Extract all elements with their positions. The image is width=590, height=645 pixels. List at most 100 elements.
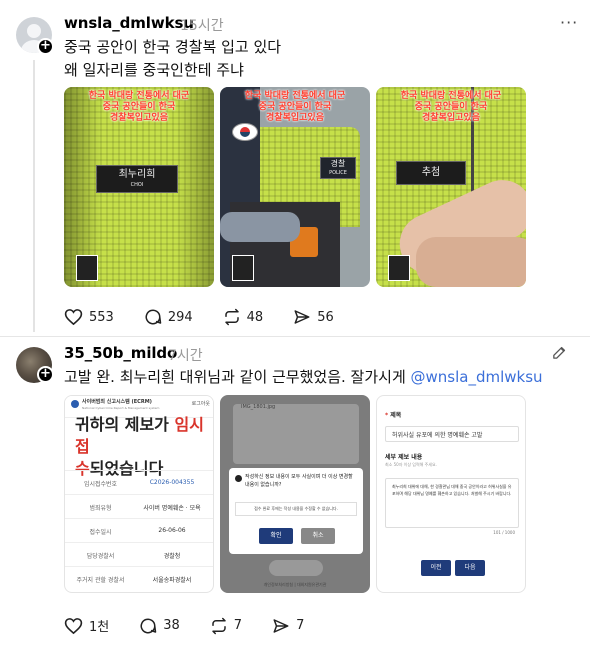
heart-icon [64, 617, 83, 634]
comment-icon [140, 617, 157, 633]
row-value: 경찰청 [163, 553, 181, 560]
title-label: * 제목 [385, 412, 402, 419]
post-1-actions: 553 294 48 56 [64, 308, 364, 326]
edit-icon[interactable] [551, 344, 568, 361]
comment-icon [145, 309, 162, 325]
table-row: 임시접수번호 C2026-004355 [65, 470, 213, 494]
post-image-report-form[interactable]: * 제목 허위사실 유포에 의한 명예훼손 고발 세부 제보 내용 최소 50자… [376, 395, 526, 593]
share-button[interactable]: 7 [272, 617, 304, 635]
ecrm-logo-icon [71, 400, 79, 408]
row-key: 범죄유형 [89, 505, 112, 512]
repost-icon [224, 308, 239, 326]
thumbnail-icon [388, 255, 410, 281]
like-button[interactable]: 553 [64, 308, 114, 326]
doc-header: 사이버범죄 신고시스템 (ECRM) [82, 399, 152, 405]
post-text: 고발 완. 최누리흰 대위님과 같이 근무했었음. 잘가시게 @wnsla_dm… [64, 366, 543, 388]
post-text-line-1: 중국 공안이 한국 경찰복 입고 있다 [64, 38, 282, 56]
share-icon [273, 618, 289, 633]
share-count: 7 [296, 618, 305, 633]
like-button[interactable]: 1천 [64, 616, 109, 635]
repost-button[interactable]: 48 [223, 308, 264, 326]
confirm-button[interactable]: 확인 [259, 528, 293, 544]
username[interactable]: 35_50b_mildo [64, 344, 177, 362]
row-key: 임시접수번호 [83, 481, 118, 488]
dialog-message: 작성하신 정보 내용이 모두 사실이며 더 이상 변경할 내용이 없습니까? [245, 474, 353, 488]
repost-icon [212, 617, 226, 634]
post-image-2[interactable]: 한국 박대랑 전통에서 대군 중국 공안들이 한국 경찰복입고있음 경찰 POL… [220, 87, 370, 287]
like-count: 1천 [89, 620, 110, 635]
comment-count: 38 [163, 618, 180, 633]
content-hint: 최소 50자 이상 입력해 주세요. [385, 462, 437, 467]
comment-count: 294 [167, 309, 193, 325]
alert-icon [235, 475, 242, 482]
receipt-table: 임시접수번호 C2026-004355 범죄유형 사이버 명예훼손 · 모욕 접수일… [65, 470, 213, 592]
post-text-body: 고발 완. 최누리흰 대위님과 같이 근무했었음. 잘가시게 [64, 368, 411, 386]
name-patch-text: 최누리희 [118, 169, 156, 180]
table-row: 접수일시 26-06-06 [65, 518, 213, 542]
next-button[interactable]: 다음 [455, 560, 485, 576]
row-key: 접수일시 [89, 529, 112, 536]
thumbnail-icon [76, 255, 98, 281]
row-value: 사이버 명예훼손 · 모욕 [143, 505, 201, 512]
comment-button[interactable]: 38 [139, 617, 180, 635]
more-icon[interactable]: ··· [560, 13, 578, 32]
post-image-1[interactable]: 한국 박대랑 전통에서 대군 중국 공안들이 한국 경찰복입고있음 최누리희 C… [64, 87, 214, 287]
follow-plus-icon[interactable]: + [37, 366, 54, 383]
post-image-3[interactable]: 한국 박대랑 전통에서 대군 중국 공안들이 한국 경찰복입고있음 추첨 [376, 87, 526, 287]
dialog-subtext: 접수 완료 후에는 작성 내용을 수정할 수 없습니다. [235, 502, 357, 516]
mention-link[interactable]: @wnsla_dmlwksu [411, 368, 543, 386]
share-count: 56 [317, 309, 334, 325]
police-patch: 경찰 POLICE [320, 157, 356, 179]
like-count: 553 [89, 309, 114, 325]
comment-button[interactable]: 294 [144, 308, 193, 326]
row-value: 26-06-06 [158, 527, 186, 534]
title-field: 허위사실 유포에 의한 명예훼손 고발 [385, 426, 519, 442]
follow-plus-icon[interactable]: + [37, 38, 54, 55]
timestamp: 15시간 [180, 18, 224, 34]
name-patch: 추첨 [396, 161, 466, 185]
row-value: 서울송파경찰서 [152, 577, 192, 584]
image-caption: 한국 박대랑 전통에서 대군 중국 공안들이 한국 경찰복입고있음 [88, 91, 190, 123]
name-patch-text: 추첨 [421, 167, 441, 178]
share-button[interactable]: 56 [293, 308, 334, 326]
title-label-text: 제목 [390, 412, 402, 419]
police-patch-sub: POLICE [329, 170, 347, 176]
username[interactable]: wnsla_dmlwksu [64, 14, 194, 32]
doc-header-sub: National Cybercrime Report & Management … [82, 406, 160, 410]
row-key: 주거지 관할 경찰서 [76, 577, 125, 584]
name-patch-sub: CHOI [130, 182, 144, 188]
post-image-confirm-dialog[interactable]: IMG_1801.jpg 작성하신 정보 내용이 모두 사실이며 더 이상 변경… [220, 395, 370, 593]
table-row: 담당경찰서 경찰청 [65, 542, 213, 566]
post-2-actions: 1천 38 7 7 [64, 616, 334, 635]
repost-count: 48 [246, 309, 264, 325]
thumbnail-icon [232, 255, 254, 281]
share-icon [294, 310, 310, 324]
image-caption: 한국 박대랑 전통에서 대군 중국 공안들이 한국 경찰복입고있음 [400, 91, 502, 123]
prev-button[interactable]: 이전 [421, 560, 451, 576]
post-image-report-receipt[interactable]: 사이버범죄 신고시스템 (ECRM) National Cybercrime R… [64, 395, 214, 593]
post-text-line-2: 왜 일자리를 중국인한테 주냐 [64, 61, 244, 79]
post-2: + 35_50b_mildo 7시간 고발 완. 최누리흰 대위님과 같이 근무… [0, 337, 590, 645]
image-caption: 한국 박대랑 전통에서 대군 중국 공안들이 한국 경찰복입고있음 [244, 91, 346, 123]
doc-title-plain: 귀하의 제보가 [75, 415, 175, 434]
file-name: IMG_1801.jpg [241, 404, 276, 410]
content-field: 최누리희 대위에 대해, 한 경찰관님 대해 중국 공안이라고 허위사실을 유포… [385, 478, 519, 528]
content-label: 세부 제보 내용 [385, 454, 423, 461]
repost-count: 7 [233, 618, 243, 633]
repost-button[interactable]: 7 [210, 617, 242, 635]
table-row: 범죄유형 사이버 명예훼손 · 모욕 [65, 494, 213, 518]
confirm-dialog: 작성하신 정보 내용이 모두 사실이며 더 이상 변경할 내용이 없습니까? 접… [229, 468, 363, 554]
police-patch-text: 경찰 [330, 159, 346, 168]
name-patch: 최누리희 CHOI [96, 165, 178, 193]
char-counter: 101 / 1000 [493, 530, 515, 535]
row-value: C2026-004355 [149, 479, 195, 486]
post-1: + wnsla_dmlwksu 15시간 ··· 중국 공안이 한국 경찰복 입… [0, 0, 590, 335]
doc-footer: 개인정보처리방침 | 대외지원유관기관 [263, 582, 327, 587]
cancel-button[interactable]: 취소 [301, 528, 335, 544]
heart-icon [64, 309, 83, 326]
row-key: 담당경찰서 [86, 553, 115, 560]
timestamp: 7시간 [168, 348, 203, 364]
logout-link: 로그아웃 [191, 401, 210, 407]
thread-line [33, 60, 35, 332]
table-row: 주거지 관할 경찰서 서울송파경찰서 [65, 566, 213, 590]
